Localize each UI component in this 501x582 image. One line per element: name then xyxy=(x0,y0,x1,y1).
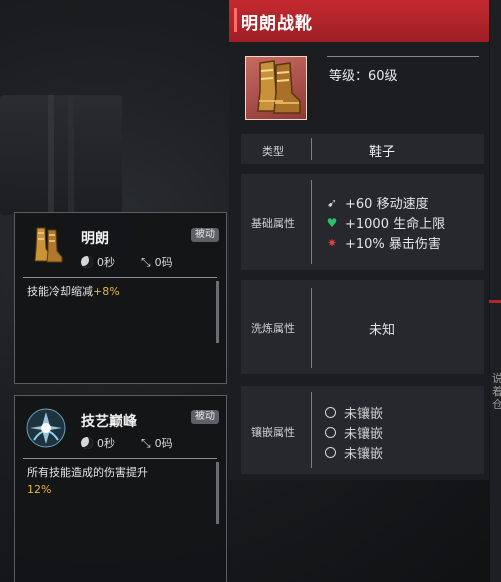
boots-icon xyxy=(257,60,301,114)
base-attributes-label: 基础属性 xyxy=(251,217,295,230)
socket-attributes-label: 镶嵌属性 xyxy=(251,426,295,439)
attr-crit-damage: ✷ +10% 暴击伤害 xyxy=(326,235,441,253)
crit-damage-icon: ✷ xyxy=(326,235,338,250)
range-stat: ⤡ 0码 xyxy=(141,435,173,451)
socket-attributes-row: 镶嵌属性 未镶嵌 未镶嵌 未镶嵌 xyxy=(241,386,484,474)
background-side-strip xyxy=(490,0,501,582)
passive-badge: 被动 xyxy=(191,410,219,424)
cooldown-value: 0秒 xyxy=(97,437,115,450)
passive-badge: 被动 xyxy=(191,228,219,242)
attr-move-speed: ➹ +60 移动速度 xyxy=(326,195,429,213)
socket-slot-3: 未镶嵌 xyxy=(325,443,383,462)
refine-attributes-label: 洗炼属性 xyxy=(251,322,295,335)
refine-value: 未知 xyxy=(369,323,396,338)
row-divider xyxy=(311,180,312,264)
card-scrollbar[interactable] xyxy=(216,462,219,524)
description-highlight: +8% xyxy=(93,285,120,298)
skill-description: 技能冷却缩减+8% xyxy=(27,285,120,298)
socket-slot-1: 未镶嵌 xyxy=(325,403,383,422)
cooldown-icon xyxy=(81,256,93,268)
card-divider xyxy=(23,277,217,278)
background-side-text: 说着仓 xyxy=(492,372,501,411)
type-row: 类型 鞋子 xyxy=(241,134,484,164)
description-highlight: 12% xyxy=(27,483,52,496)
item-title: 明朗战靴 xyxy=(241,14,313,34)
base-attributes-row: 基础属性 ➹ +60 移动速度 ♥ +1000 生命上限 ✷ +10% 暴击伤害 xyxy=(241,174,484,270)
cooldown-stat: 0秒 xyxy=(81,254,115,270)
socket-slot-2: 未镶嵌 xyxy=(325,423,383,442)
attr-max-hp: ♥ +1000 生命上限 xyxy=(326,215,446,233)
heart-icon: ♥ xyxy=(326,215,338,230)
range-value: 0码 xyxy=(154,437,173,450)
empty-socket-icon xyxy=(325,407,336,418)
skill-name: 技艺巅峰 xyxy=(81,414,137,430)
range-stat: ⤡ 0码 xyxy=(141,254,173,270)
skill-name: 明朗 xyxy=(81,231,109,247)
empty-socket-icon xyxy=(325,427,336,438)
background-red-accent xyxy=(489,300,501,303)
card-scrollbar[interactable] xyxy=(216,281,219,343)
row-divider xyxy=(311,392,312,468)
skill-card-jiyi-dianfeng: 技艺巅峰 被动 0秒 ⤡ 0码 所有技能造成的伤害提升 12% xyxy=(14,395,227,582)
level-divider xyxy=(327,56,479,57)
background-ruins xyxy=(48,95,118,215)
item-header: 明朗战靴 xyxy=(229,0,489,42)
type-value: 鞋子 xyxy=(369,145,396,160)
range-icon: ⤡ xyxy=(141,435,151,450)
cooldown-stat: 0秒 xyxy=(81,435,115,451)
header-accent xyxy=(234,8,237,32)
type-label: 类型 xyxy=(262,145,284,158)
row-divider xyxy=(311,138,312,160)
cooldown-value: 0秒 xyxy=(97,256,115,269)
skill-peak-icon xyxy=(26,408,66,448)
item-portrait xyxy=(245,56,307,120)
boots-icon xyxy=(27,225,67,265)
skill-card-mingliang: 明朗 被动 0秒 ⤡ 0码 技能冷却缩减+8% xyxy=(14,212,227,384)
card-divider xyxy=(23,458,217,459)
game-screen: 说着仓 明朗 被动 0秒 ⤡ 0码 技能冷却缩减+8% 技艺巅峰 被动 0秒 ⤡… xyxy=(0,0,501,582)
skill-description: 所有技能造成的伤害提升 12% xyxy=(27,464,207,498)
refine-attributes-row: 洗炼属性 未知 xyxy=(241,280,484,374)
boot-speed-icon: ➹ xyxy=(326,195,338,210)
range-icon: ⤡ xyxy=(141,254,151,269)
empty-socket-icon xyxy=(325,447,336,458)
row-divider xyxy=(311,288,312,368)
item-tooltip: 明朗战靴 等级：60级 类型 鞋子 基础属性 ➹ +60 移动速度 ♥ +100… xyxy=(229,0,489,480)
cooldown-icon xyxy=(81,437,93,449)
item-level: 等级：60级 xyxy=(329,69,398,84)
range-value: 0码 xyxy=(154,256,173,269)
